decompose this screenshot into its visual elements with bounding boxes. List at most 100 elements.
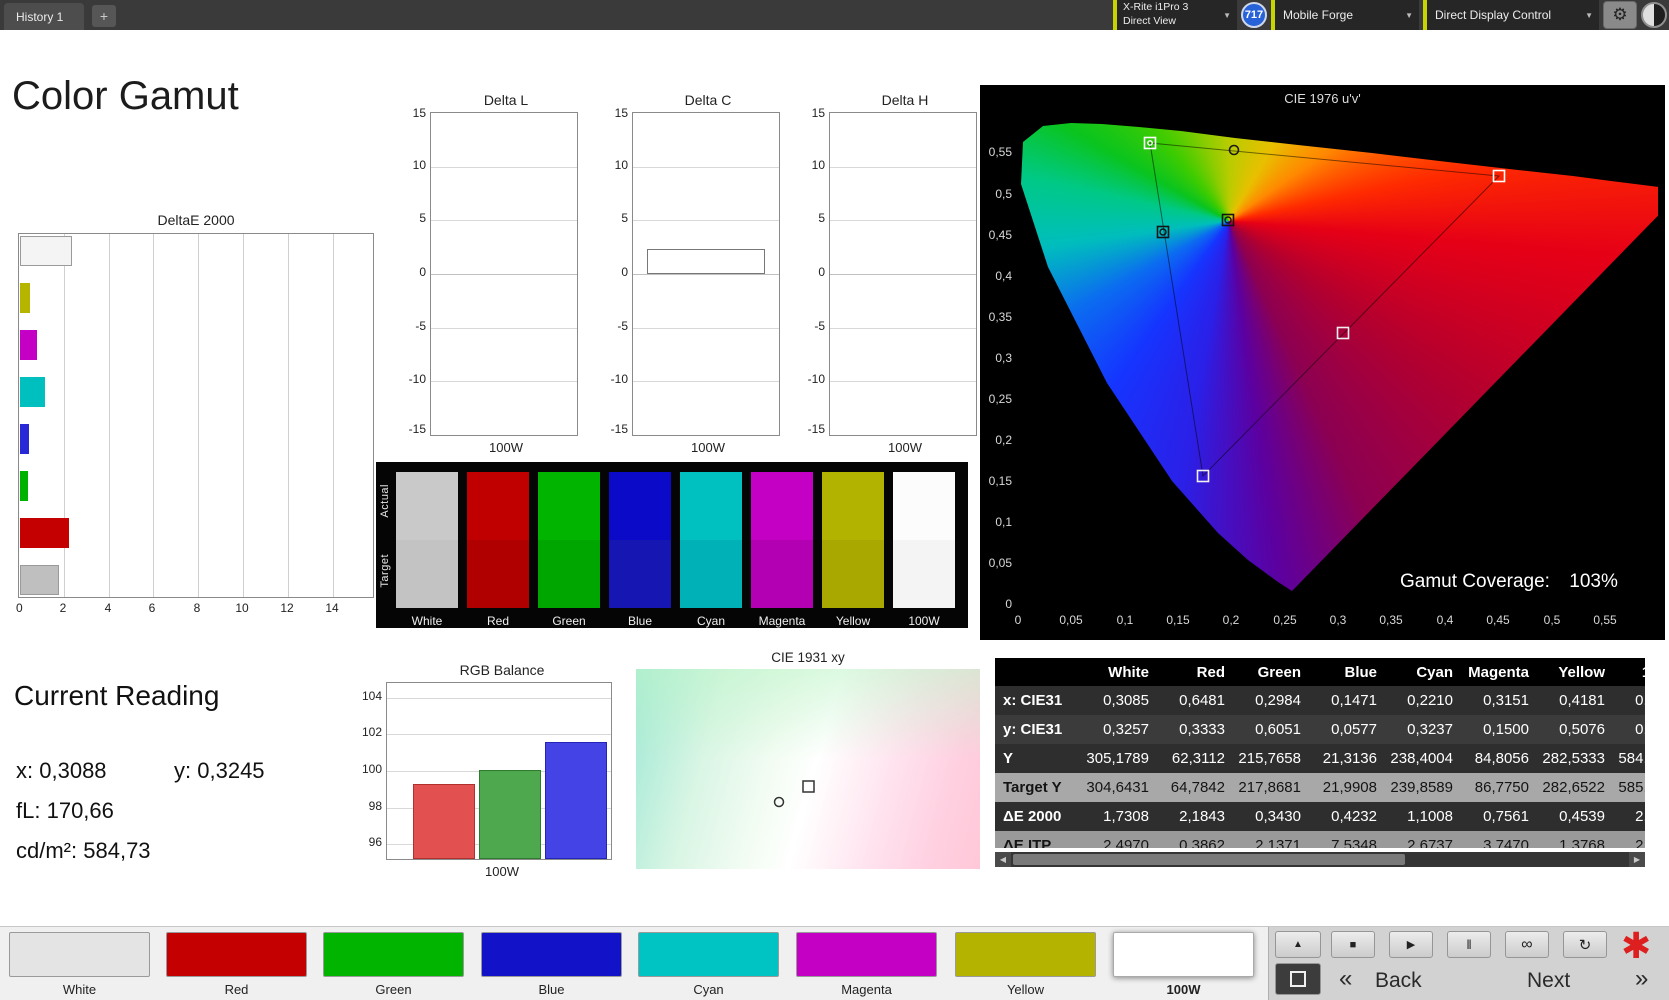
pause-button[interactable]: ‖ (1447, 931, 1491, 958)
x-category-label: 100W (485, 864, 519, 879)
swatch-blue: Blue (609, 472, 671, 628)
pattern-swatch (796, 932, 937, 977)
tick-label: -5 (415, 319, 426, 333)
bar-red (20, 518, 69, 548)
scrollbar-thumb[interactable] (1013, 854, 1405, 865)
bar-red-balance (413, 784, 475, 859)
pattern-label: Blue (538, 982, 565, 997)
rgb-balance-chart: RGB Balance 104 102 100 98 96 100W (352, 662, 618, 879)
pattern-button-magenta[interactable]: Magenta (796, 927, 937, 1000)
eject-button[interactable]: ▲ (1275, 931, 1321, 958)
marker-magenta-measured (1336, 326, 1350, 340)
row-label: Y (1003, 750, 1014, 767)
row-label: Target Y (1003, 779, 1062, 796)
pattern-window-button[interactable] (1275, 963, 1321, 995)
gamut-triangle (1149, 142, 1501, 478)
tick-label: -15 (610, 422, 628, 436)
reading-cd-label: cd/m²: (16, 838, 78, 863)
table-row: x: CIE31 0,3085 0,6481 0,2984 0,1471 0,2… (995, 686, 1645, 715)
pattern-label: Yellow (1006, 982, 1045, 997)
pattern-button-yellow[interactable]: Yellow (955, 927, 1096, 1000)
tick-label: 10 (412, 158, 426, 172)
display-control-dropdown[interactable]: Direct Display Control ▼ (1423, 0, 1599, 30)
source-dropdown[interactable]: Mobile Forge ▼ (1271, 0, 1419, 30)
tick-label: 104 (361, 689, 382, 703)
reading-y: y: 0,3245 (174, 758, 265, 784)
next-button[interactable]: Next (1527, 969, 1570, 993)
play-button[interactable]: ▶ (1389, 931, 1433, 958)
pattern-swatch (323, 932, 464, 977)
loop-button[interactable]: ∞ (1505, 931, 1549, 958)
pattern-swatch (638, 932, 779, 977)
measurement-count-badge: 717 (1241, 2, 1267, 28)
back-button[interactable]: Back (1375, 969, 1422, 993)
col-header: Magenta (1468, 663, 1529, 681)
col-header: 100W (1615, 664, 1645, 681)
cie1976-chart: CIE 1976 u'v' 0,55 0,5 0,45 0,4 0,35 0,3 (980, 85, 1665, 640)
swatch-yellow: Yellow (822, 472, 884, 628)
measurement-table[interactable]: White Red Green Blue Cyan Magenta Yellow… (995, 658, 1645, 848)
pattern-swatch (9, 932, 150, 977)
next-chevron-button[interactable]: » (1635, 965, 1648, 993)
meter-labels: X-Rite i1Pro 3 Direct View (1117, 1, 1188, 28)
tick-label: 10 (235, 601, 249, 615)
pattern-label: White (62, 982, 97, 997)
tick-label: 10 (811, 158, 825, 172)
pattern-button-green[interactable]: Green (323, 927, 464, 1000)
chevron-down-icon: ▼ (1405, 10, 1413, 20)
display-label: Direct Display Control (1435, 8, 1552, 22)
table-hscrollbar[interactable]: ◀ ▶ (995, 852, 1645, 867)
table-row-target-y: Target Y 304,6431 64,7842 217,8681 21,99… (995, 773, 1645, 802)
swatch-green: Green (538, 472, 600, 628)
scroll-right-button[interactable]: ▶ (1629, 852, 1645, 867)
tick-label: -10 (610, 372, 628, 386)
tick-label: 100 (361, 762, 382, 776)
tick-label: 102 (361, 725, 382, 739)
gamut-coverage: Gamut Coverage: 103% (1400, 571, 1618, 593)
stop-button[interactable]: ■ (1331, 931, 1375, 958)
col-header: White (1108, 663, 1149, 681)
deltae2000-plot (18, 233, 374, 598)
chart-title: Delta H (881, 92, 929, 108)
tick-label: 0 (818, 265, 825, 279)
window-icon (1290, 971, 1306, 987)
y-axis: 15 10 5 0 -5 -10 -15 (602, 106, 632, 436)
scroll-left-icon: ◀ (999, 855, 1007, 864)
bar-delta-c (647, 249, 765, 274)
marker-cyan-dot (1159, 228, 1167, 236)
pattern-button-red[interactable]: Red (166, 927, 307, 1000)
chart-title: Delta L (483, 92, 529, 108)
tab-label: History 1 (16, 9, 64, 24)
meter-dropdown[interactable]: X-Rite i1Pro 3 Direct View ▼ (1113, 0, 1237, 30)
loop-icon: ∞ (1521, 935, 1533, 953)
pattern-button-blue[interactable]: Blue (481, 927, 622, 1000)
deltae2000-chart: DeltaE 2000 0 2 4 6 8 10 12 14 (16, 212, 384, 619)
table-row: Y 305,1789 62,3112 215,7658 21,3136 238,… (995, 744, 1645, 773)
col-header: Red (1196, 663, 1225, 681)
bar-magenta (20, 330, 37, 360)
refresh-button[interactable]: ↻ (1563, 931, 1607, 958)
reading-fl: fL: 170,66 (16, 798, 114, 824)
scroll-left-button[interactable]: ◀ (995, 852, 1011, 867)
pattern-label: Cyan (693, 982, 724, 997)
chart-body: 104 102 100 98 96 (352, 682, 618, 860)
day-night-toggle-icon[interactable] (1641, 2, 1667, 28)
pattern-button-white[interactable]: White (9, 927, 150, 1000)
chevron-down-icon: ▼ (1223, 10, 1231, 20)
y-axis: 104 102 100 98 96 (352, 682, 386, 860)
delta-c-plot (632, 112, 780, 436)
pattern-button-cyan[interactable]: Cyan (638, 927, 779, 1000)
reading-x: x: 0,3088 (16, 758, 107, 784)
reading-x-label: x: (16, 758, 34, 783)
back-chevron-button[interactable]: « (1339, 965, 1352, 993)
control-cluster: ▲ ■ ▶ ‖ ∞ ↻ ✱ « Back Next » (1268, 925, 1669, 1000)
pattern-button-100w[interactable]: 100W (1113, 927, 1254, 1000)
add-tab-button[interactable]: + (92, 5, 116, 27)
chart-title: DeltaE 2000 (157, 212, 235, 228)
tab-history-1[interactable]: History 1 (4, 3, 84, 30)
chevron-left-icon: « (1339, 965, 1353, 992)
cie1931-panel (636, 669, 980, 869)
swatch-white: White (396, 472, 458, 628)
settings-button[interactable]: ⚙ (1603, 1, 1637, 29)
chart-body: 15 10 5 0 -5 -10 -15 (799, 106, 981, 436)
